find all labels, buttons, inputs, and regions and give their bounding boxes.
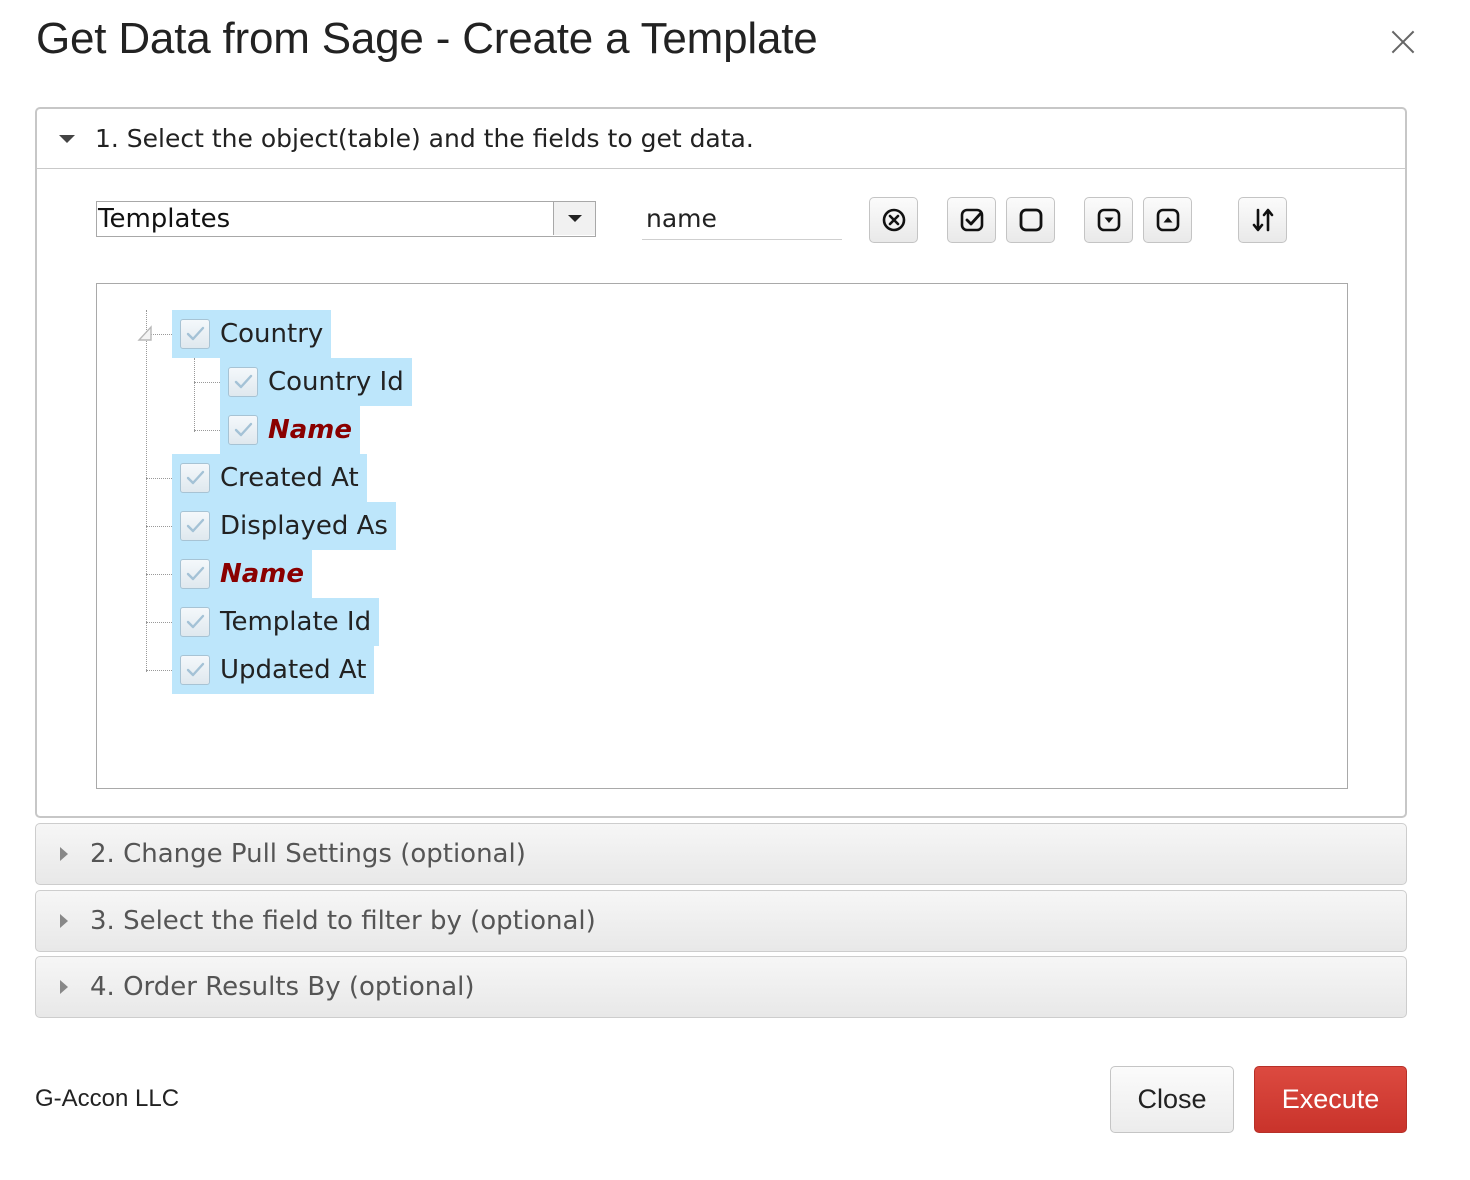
object-select-value: Templates (98, 204, 231, 234)
empty-box-icon (1019, 208, 1042, 232)
tree-connector (146, 574, 172, 575)
tree-node-label: Country (220, 319, 324, 349)
expand-toggle-icon[interactable] (135, 322, 155, 344)
checked-box-icon (960, 208, 983, 232)
tree-connector (146, 310, 147, 672)
section-order-header[interactable]: 4. Order Results By (optional) (35, 956, 1407, 1018)
tree-node-name[interactable]: Name (172, 550, 313, 598)
tree-connector (194, 358, 195, 432)
triangle-right-icon (60, 914, 68, 928)
tree-node-label: Name (220, 559, 305, 589)
triangle-right-icon (60, 847, 68, 861)
box-chevron-down-icon (1097, 208, 1120, 232)
dialog-title: Get Data from Sage - Create a Template (36, 14, 818, 63)
check-all-button[interactable] (947, 197, 996, 243)
tree-node-label: Country Id (268, 367, 404, 397)
tree-connector (146, 478, 172, 479)
section-2-label: 2. Change Pull Settings (optional) (90, 839, 526, 869)
section-1-label: 1. Select the object(table) and the fiel… (95, 124, 754, 153)
section-filter-header[interactable]: 3. Select the field to filter by (option… (35, 890, 1407, 952)
expand-all-button[interactable] (1084, 197, 1133, 243)
tree-node-label: Displayed As (220, 511, 388, 541)
checkbox-icon[interactable] (180, 319, 210, 349)
section-4-label: 4. Order Results By (optional) (90, 972, 475, 1002)
tree-connector (146, 622, 172, 623)
tree-node-country-name[interactable]: Name (220, 406, 361, 454)
section-3-label: 3. Select the field to filter by (option… (90, 906, 596, 936)
tree-connector (146, 670, 172, 671)
tree-connector (194, 430, 220, 431)
object-select[interactable]: Templates (96, 201, 596, 237)
field-search-input[interactable] (642, 198, 842, 240)
tree-node-country[interactable]: Country (172, 310, 332, 358)
company-name: G-Accon LLC (35, 1085, 180, 1112)
tree-node-country-id[interactable]: Country Id (220, 358, 412, 406)
tree-node-displayed-as[interactable]: Displayed As (172, 502, 396, 550)
triangle-down-icon (59, 134, 75, 143)
triangle-right-icon (60, 980, 68, 994)
circle-x-icon (882, 208, 905, 232)
checkbox-icon[interactable] (180, 463, 210, 493)
sort-button[interactable] (1238, 197, 1287, 243)
tree-node-label: Template Id (220, 607, 372, 637)
field-tree: Country Country Id Name Created At Displ… (96, 283, 1348, 789)
tree-node-template-id[interactable]: Template Id (172, 598, 380, 646)
dropdown-arrow-icon[interactable] (553, 202, 595, 235)
clear-search-button[interactable] (869, 197, 918, 243)
sort-arrows-icon (1252, 208, 1273, 232)
tree-connector (194, 382, 220, 383)
tree-node-label: Updated At (220, 655, 367, 685)
checkbox-icon[interactable] (180, 607, 210, 637)
section-1-header[interactable]: 1. Select the object(table) and the fiel… (37, 109, 1405, 169)
checkbox-icon[interactable] (228, 415, 258, 445)
section-pull-settings-header[interactable]: 2. Change Pull Settings (optional) (35, 823, 1407, 885)
tree-node-label: Created At (220, 463, 359, 493)
tree-node-label: Name (268, 415, 353, 445)
tree-node-updated-at[interactable]: Updated At (172, 646, 375, 694)
collapse-all-button[interactable] (1143, 197, 1192, 243)
execute-button[interactable]: Execute (1254, 1066, 1407, 1133)
box-chevron-up-icon (1156, 208, 1179, 232)
tree-node-created-at[interactable]: Created At (172, 454, 367, 502)
checkbox-icon[interactable] (180, 559, 210, 589)
checkbox-icon[interactable] (180, 655, 210, 685)
close-button[interactable]: Close (1110, 1066, 1234, 1133)
tree-connector (146, 526, 172, 527)
close-icon[interactable] (1383, 22, 1423, 62)
uncheck-all-button[interactable] (1006, 197, 1055, 243)
checkbox-icon[interactable] (180, 511, 210, 541)
section-select-object: 1. Select the object(table) and the fiel… (35, 107, 1407, 818)
checkbox-icon[interactable] (228, 367, 258, 397)
